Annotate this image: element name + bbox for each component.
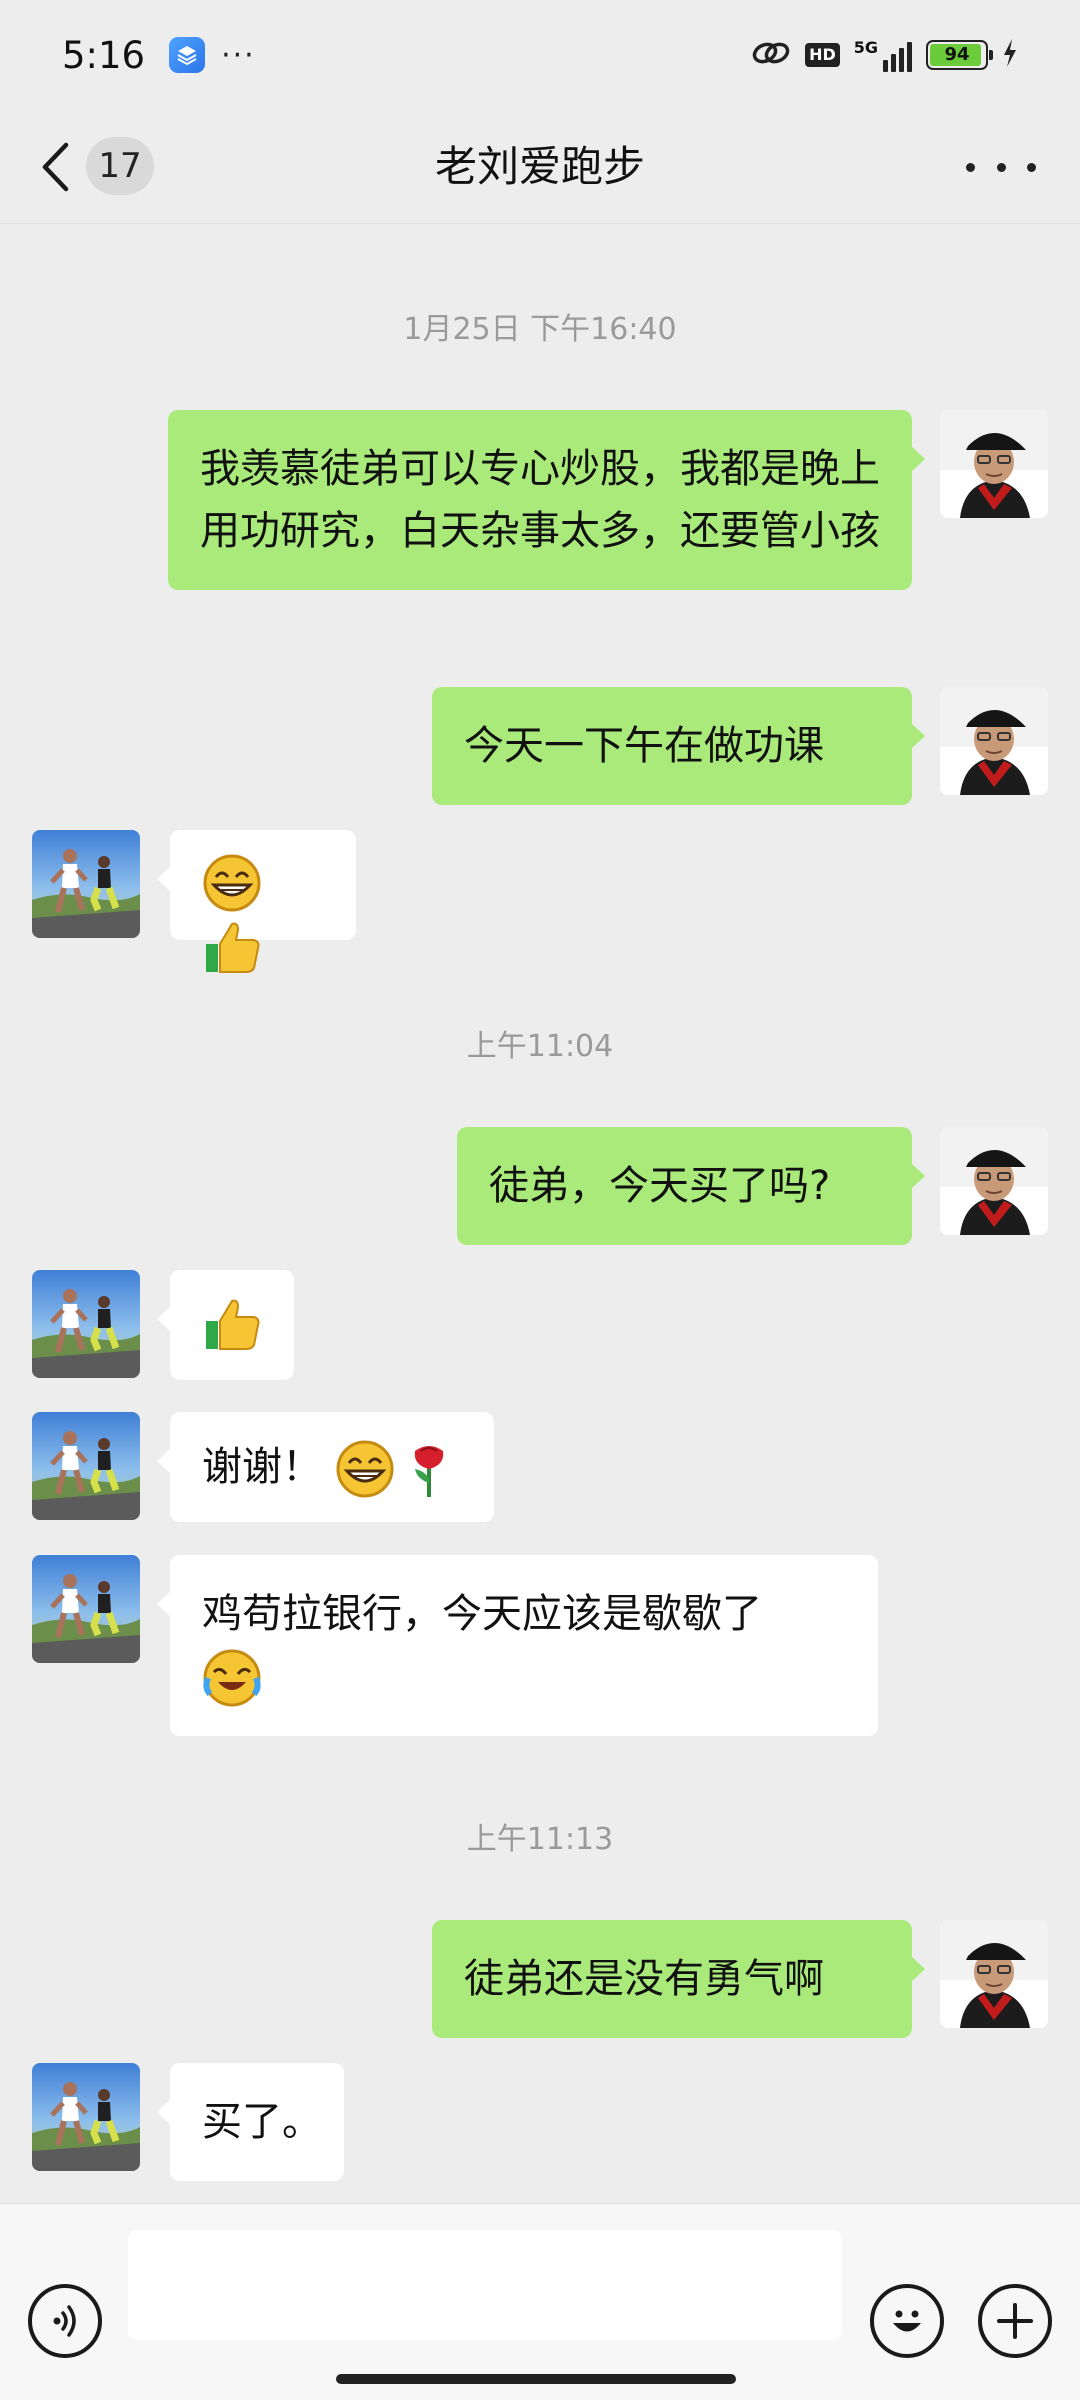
message-bubble-received[interactable]: 买了。 — [157, 2063, 344, 2181]
contact-avatar[interactable] — [32, 2063, 140, 2171]
home-indicator[interactable] — [336, 2374, 736, 2384]
chat-title: 老刘爱跑步 — [434, 142, 645, 191]
back-button[interactable] — [40, 132, 86, 202]
my-avatar[interactable] — [940, 1127, 1048, 1235]
signal-icon: 5G — [854, 38, 912, 72]
more-button[interactable] — [966, 142, 1036, 192]
message-bubble-sent[interactable]: 今天一下午在做功课 — [432, 687, 925, 805]
unread-count-badge[interactable]: 17 — [86, 137, 154, 195]
back-icon — [42, 142, 69, 192]
thumbs-up-emoji — [206, 922, 260, 973]
hd-badge: HD — [805, 43, 840, 67]
rose-emoji — [415, 1446, 444, 1497]
my-avatar[interactable] — [940, 410, 1048, 518]
message-timestamp: 1月25日 下午16:40 — [403, 312, 677, 347]
message-text: 鸡苟拉银行，今天应该是歇歇了 — [202, 1591, 762, 1637]
status-bar: 5:16 ··· HD 5G 94 — [0, 0, 1080, 110]
grin-emoji — [336, 1440, 394, 1498]
voice-icon — [53, 2305, 76, 2337]
laugh-cry-emoji — [203, 1649, 261, 1707]
more-icon — [966, 162, 975, 172]
battery-icon: 94 — [926, 40, 993, 70]
chat-header: 17 老刘爱跑步 — [0, 110, 1080, 224]
thumbs-up-emoji — [206, 1299, 260, 1350]
message-bubble-sent[interactable]: 我羡慕徒弟可以专心炒股，我都是晚上用功研究，白天杂事太多，还要管小孩 — [168, 410, 925, 590]
contact-avatar[interactable] — [32, 1412, 140, 1520]
message-input[interactable] — [128, 2230, 842, 2340]
input-bar — [0, 2203, 1080, 2400]
message-bubble-received[interactable]: 鸡苟拉银行，今天应该是歇歇了 — [157, 1555, 878, 1736]
message-bubble-received[interactable] — [157, 830, 356, 973]
contact-avatar[interactable] — [32, 1555, 140, 1663]
contact-avatar[interactable] — [32, 830, 140, 938]
message-bubble-sent[interactable]: 徒弟还是没有勇气啊 — [432, 1920, 925, 2038]
voice-button[interactable] — [28, 2284, 102, 2358]
status-time: 5:16 — [62, 33, 146, 77]
message-timestamp: 上午11:04 — [466, 1029, 614, 1064]
charging-icon — [1002, 38, 1018, 72]
plus-icon — [997, 2303, 1033, 2339]
battery-level: 94 — [944, 44, 970, 65]
message-bubble-received[interactable]: 谢谢！ — [157, 1412, 494, 1522]
message-bubble-sent[interactable]: 徒弟，今天买了吗? — [457, 1127, 925, 1245]
my-avatar[interactable] — [940, 1920, 1048, 2028]
plus-button[interactable] — [978, 2284, 1052, 2358]
emoji-button[interactable] — [870, 2284, 944, 2358]
my-avatar[interactable] — [940, 687, 1048, 795]
message-bubble-received[interactable] — [157, 1270, 294, 1380]
message-text: 谢谢！ — [202, 1444, 322, 1490]
contact-avatar[interactable] — [32, 1270, 140, 1378]
link-icon — [751, 38, 791, 72]
emoji-icon — [893, 2310, 921, 2332]
status-overflow-dots: ··· — [221, 37, 256, 73]
app-icon — [169, 37, 206, 73]
network-type: 5G — [853, 38, 878, 57]
message-timestamp: 上午11:13 — [466, 1822, 614, 1857]
grin-emoji — [203, 854, 261, 912]
